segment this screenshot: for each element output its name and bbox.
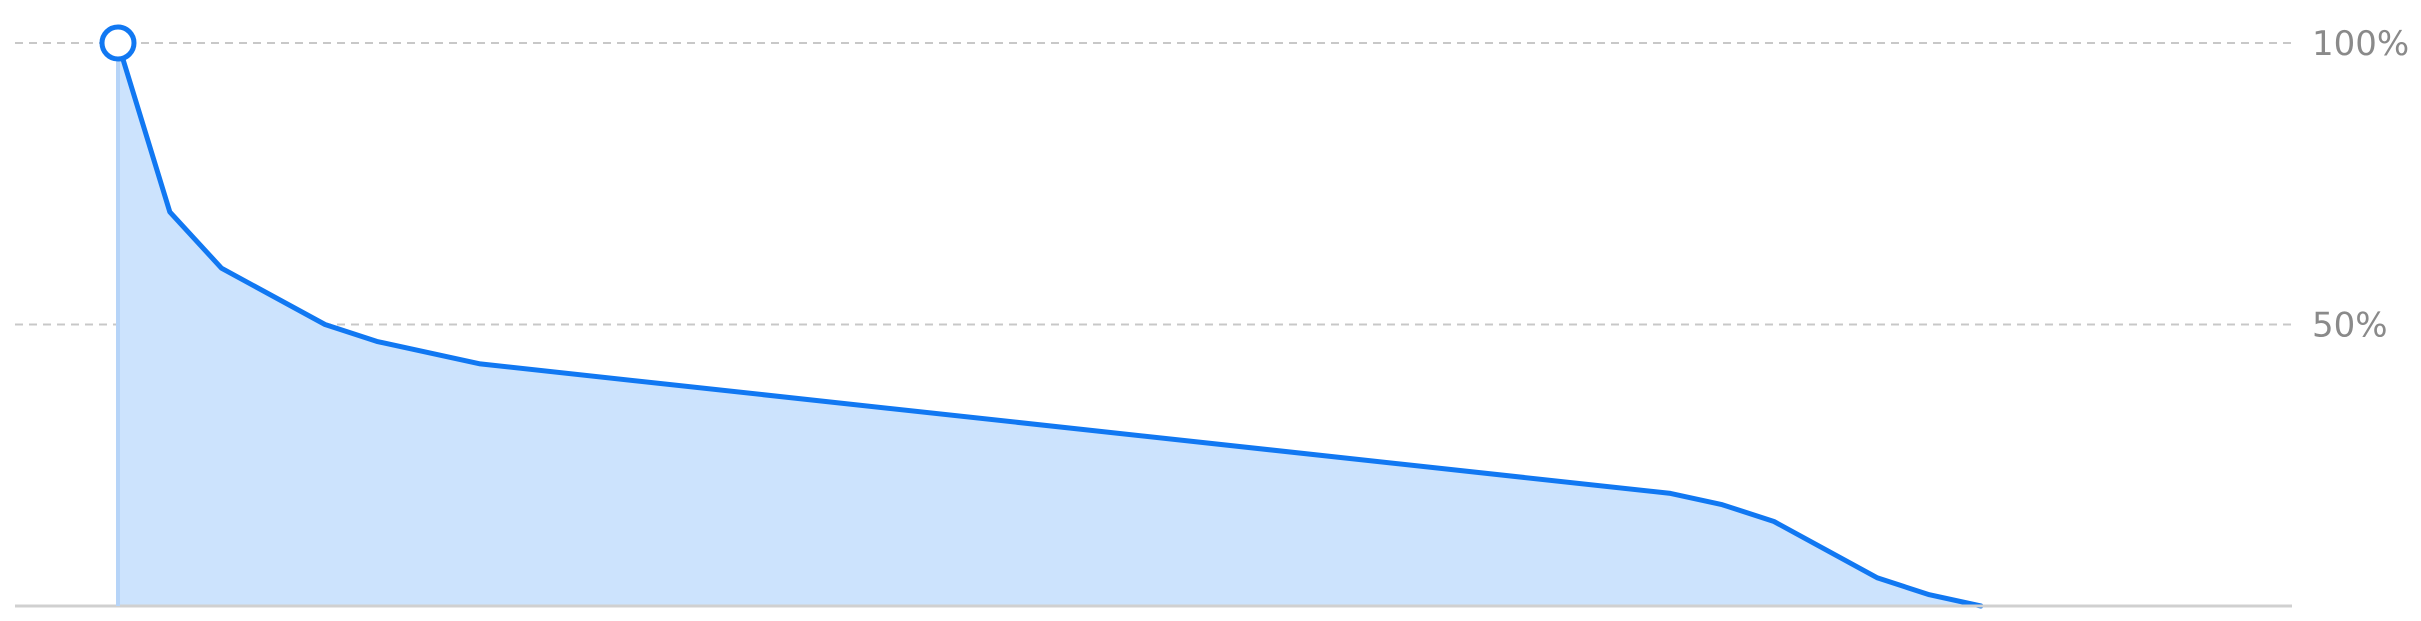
data-point-3	[322, 322, 328, 328]
data-point-1	[167, 209, 173, 215]
area-chart: 50% 100%	[15, 24, 2409, 609]
data-point-6	[1668, 490, 1674, 496]
data-point-5	[477, 361, 483, 367]
grid-layer	[15, 42, 2292, 326]
highlighted-point-marker[interactable]	[99, 24, 137, 62]
chart-root: 50% 100%	[0, 0, 2421, 621]
data-point-10	[1926, 592, 1932, 598]
tick-label-layer: 50% 100%	[2312, 24, 2409, 346]
data-point-9	[1875, 575, 1881, 581]
data-point-2	[219, 265, 225, 271]
y-tick-label-50: 50%	[2312, 306, 2388, 346]
y-tick-label-100: 100%	[2312, 24, 2409, 64]
data-point-7	[1719, 502, 1725, 508]
data-point-4	[374, 338, 380, 344]
data-point-8	[1771, 519, 1777, 525]
